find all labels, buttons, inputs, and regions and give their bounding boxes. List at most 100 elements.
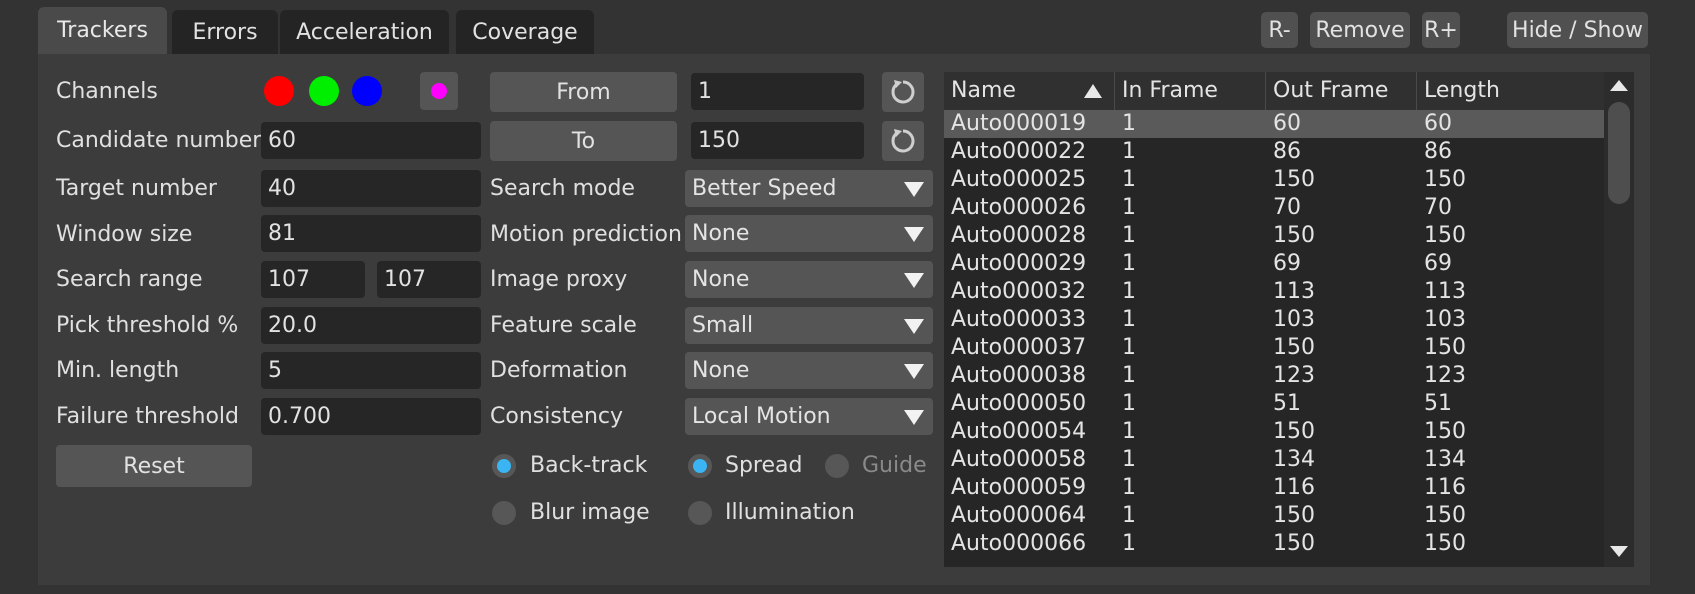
search-range-y-field[interactable]: 107 bbox=[377, 261, 481, 298]
min-length-field[interactable]: 5 bbox=[261, 352, 481, 389]
cell-out-frame: 113 bbox=[1273, 279, 1315, 304]
sort-ascending-icon bbox=[1084, 84, 1102, 98]
cell-in-frame: 1 bbox=[1122, 503, 1136, 528]
table-header: Name In Frame Out Frame Length bbox=[944, 72, 1604, 110]
target-number-label: Target number bbox=[56, 176, 217, 201]
table-row[interactable]: Auto000064 1 150 150 bbox=[944, 502, 1604, 530]
table-row[interactable]: Auto000066 1 150 150 bbox=[944, 530, 1604, 558]
tab-trackers[interactable]: Trackers bbox=[38, 7, 167, 54]
illumination-label: Illumination bbox=[725, 500, 855, 525]
column-header-out-frame[interactable]: Out Frame bbox=[1266, 72, 1417, 110]
remove-button[interactable]: Remove bbox=[1310, 12, 1410, 48]
motion-prediction-dropdown[interactable]: None bbox=[685, 215, 933, 252]
feature-scale-label: Feature scale bbox=[490, 313, 637, 338]
from-button[interactable]: From bbox=[490, 72, 677, 112]
cell-out-frame: 150 bbox=[1273, 503, 1315, 528]
target-number-field[interactable]: 40 bbox=[261, 170, 481, 207]
blur-image-radio[interactable] bbox=[492, 501, 516, 525]
cell-in-frame: 1 bbox=[1122, 447, 1136, 472]
chevron-down-icon bbox=[904, 319, 924, 334]
pick-threshold-field[interactable]: 20.0 bbox=[261, 307, 481, 344]
reset-button[interactable]: Reset bbox=[56, 445, 252, 487]
to-frame-field[interactable]: 150 bbox=[691, 122, 864, 159]
cell-in-frame: 1 bbox=[1122, 335, 1136, 360]
table-row[interactable]: Auto000032 1 113 113 bbox=[944, 278, 1604, 306]
channels-label: Channels bbox=[56, 79, 158, 104]
back-track-radio[interactable] bbox=[492, 454, 516, 478]
consistency-dropdown[interactable]: Local Motion bbox=[685, 398, 933, 435]
search-mode-value: Better Speed bbox=[692, 176, 837, 201]
search-range-x-field[interactable]: 107 bbox=[261, 261, 365, 298]
table-body: Auto000019 1 60 60 Auto000022 1 86 86 Auto000025… bbox=[944, 110, 1604, 558]
feature-scale-dropdown[interactable]: Small bbox=[685, 307, 933, 344]
cell-length: 150 bbox=[1424, 223, 1466, 248]
hide-show-button[interactable]: Hide / Show bbox=[1507, 12, 1648, 48]
table-row[interactable]: Auto000019 1 60 60 bbox=[944, 110, 1604, 138]
column-header-length[interactable]: Length bbox=[1417, 72, 1604, 110]
cell-in-frame: 1 bbox=[1122, 167, 1136, 192]
cell-in-frame: 1 bbox=[1122, 195, 1136, 220]
r-plus-button[interactable]: R+ bbox=[1422, 12, 1460, 48]
tab-acceleration[interactable]: Acceleration bbox=[280, 10, 449, 54]
scroll-up-icon[interactable] bbox=[1610, 80, 1628, 91]
scroll-down-icon[interactable] bbox=[1610, 546, 1628, 557]
cell-length: 86 bbox=[1424, 139, 1452, 164]
table-row[interactable]: Auto000038 1 123 123 bbox=[944, 362, 1604, 390]
cell-in-frame: 1 bbox=[1122, 111, 1136, 136]
cell-in-frame: 1 bbox=[1122, 223, 1136, 248]
cell-name: Auto000038 bbox=[951, 363, 1087, 388]
cell-name: Auto000022 bbox=[951, 139, 1087, 164]
table-row[interactable]: Auto000058 1 134 134 bbox=[944, 446, 1604, 474]
to-button[interactable]: To bbox=[490, 121, 677, 161]
table-row[interactable]: Auto000022 1 86 86 bbox=[944, 138, 1604, 166]
spread-label: Spread bbox=[725, 453, 803, 478]
from-refresh-button[interactable] bbox=[882, 72, 924, 112]
failure-threshold-field[interactable]: 0.700 bbox=[261, 398, 481, 435]
search-mode-dropdown[interactable]: Better Speed bbox=[685, 170, 933, 207]
table-row[interactable]: Auto000025 1 150 150 bbox=[944, 166, 1604, 194]
cell-in-frame: 1 bbox=[1122, 391, 1136, 416]
cell-out-frame: 60 bbox=[1273, 111, 1301, 136]
tab-coverage[interactable]: Coverage bbox=[456, 10, 594, 54]
tab-errors[interactable]: Errors bbox=[172, 10, 278, 54]
table-row[interactable]: Auto000050 1 51 51 bbox=[944, 390, 1604, 418]
overlay-color-button[interactable] bbox=[420, 72, 458, 110]
from-frame-field[interactable]: 1 bbox=[691, 73, 864, 110]
table-scrollbar[interactable] bbox=[1604, 72, 1634, 567]
r-minus-button[interactable]: R- bbox=[1261, 12, 1298, 48]
table-row[interactable]: Auto000033 1 103 103 bbox=[944, 306, 1604, 334]
deformation-label: Deformation bbox=[490, 358, 628, 383]
table-row[interactable]: Auto000037 1 150 150 bbox=[944, 334, 1604, 362]
image-proxy-dropdown[interactable]: None bbox=[685, 261, 933, 298]
to-refresh-button[interactable] bbox=[882, 121, 924, 161]
deformation-dropdown[interactable]: None bbox=[685, 352, 933, 389]
column-header-name[interactable]: Name bbox=[944, 72, 1115, 110]
cell-length: 60 bbox=[1424, 111, 1452, 136]
table-row[interactable]: Auto000026 1 70 70 bbox=[944, 194, 1604, 222]
blue-channel-toggle[interactable] bbox=[352, 76, 382, 106]
spread-radio[interactable] bbox=[688, 454, 712, 478]
back-track-label: Back-track bbox=[530, 453, 648, 478]
cell-name: Auto000064 bbox=[951, 503, 1087, 528]
column-header-in-frame[interactable]: In Frame bbox=[1115, 72, 1266, 110]
chevron-down-icon bbox=[904, 273, 924, 288]
cell-length: 116 bbox=[1424, 475, 1466, 500]
table-row[interactable]: Auto000029 1 69 69 bbox=[944, 250, 1604, 278]
window-size-field[interactable]: 81 bbox=[261, 215, 481, 252]
cell-name: Auto000029 bbox=[951, 251, 1087, 276]
table-row[interactable]: Auto000028 1 150 150 bbox=[944, 222, 1604, 250]
table-row[interactable]: Auto000054 1 150 150 bbox=[944, 418, 1604, 446]
candidate-number-field[interactable]: 60 bbox=[261, 122, 481, 159]
chevron-down-icon bbox=[904, 410, 924, 425]
image-proxy-value: None bbox=[692, 267, 750, 292]
illumination-radio[interactable] bbox=[688, 501, 712, 525]
cell-in-frame: 1 bbox=[1122, 419, 1136, 444]
table-row[interactable]: Auto000059 1 116 116 bbox=[944, 474, 1604, 502]
scrollbar-thumb[interactable] bbox=[1608, 102, 1630, 204]
green-channel-toggle[interactable] bbox=[309, 76, 339, 106]
guide-label: Guide bbox=[862, 453, 927, 478]
cell-name: Auto000059 bbox=[951, 475, 1087, 500]
cell-out-frame: 86 bbox=[1273, 139, 1301, 164]
guide-radio[interactable] bbox=[825, 454, 849, 478]
red-channel-toggle[interactable] bbox=[264, 76, 294, 106]
